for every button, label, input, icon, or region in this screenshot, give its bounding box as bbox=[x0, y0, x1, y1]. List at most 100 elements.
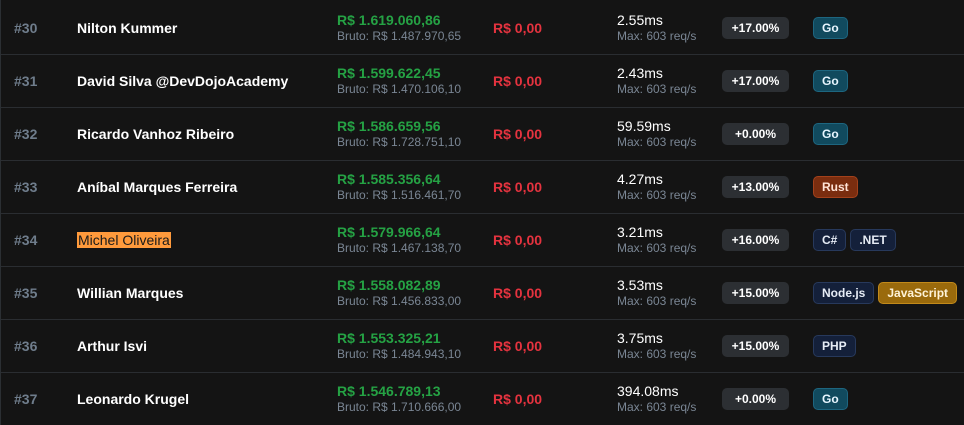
latency-value: 2.43ms bbox=[617, 65, 663, 81]
tech-tags: Go bbox=[813, 17, 848, 39]
rank-label: #30 bbox=[14, 20, 38, 36]
tech-tag: .NET bbox=[850, 229, 896, 251]
tech-tag: C# bbox=[813, 229, 847, 251]
fee-amount: R$ 0,00 bbox=[493, 232, 543, 248]
leaderboard-row: #32 Ricardo Vanhoz Ribeiro R$ 1.586.659,56… bbox=[1, 108, 964, 161]
rank-label: #37 bbox=[14, 391, 38, 407]
leaderboard-row: #36 Arthur Isvi R$ 1.553.325,21 Bruto: R$ 1… bbox=[1, 320, 964, 373]
fee-amount: R$ 0,00 bbox=[493, 20, 543, 36]
tech-tag: Go bbox=[813, 17, 848, 39]
net-revenue: R$ 1.546.789,13 bbox=[337, 383, 441, 399]
gross-revenue: Bruto: R$ 1.456.833,00 bbox=[337, 294, 462, 308]
gross-revenue: Bruto: R$ 1.484.943,10 bbox=[337, 347, 462, 361]
max-throughput: Max: 603 req/s bbox=[617, 347, 697, 361]
participant-name[interactable]: Arthur Isvi bbox=[77, 338, 147, 354]
rank-label: #36 bbox=[14, 338, 38, 354]
net-revenue: R$ 1.579.966,64 bbox=[337, 224, 441, 240]
rank-label: #34 bbox=[14, 232, 38, 248]
latency-value: 59.59ms bbox=[617, 118, 671, 134]
max-throughput: Max: 603 req/s bbox=[617, 400, 697, 414]
tech-tags: Go bbox=[813, 388, 848, 410]
tech-tags: Node.js JavaScript bbox=[813, 282, 958, 304]
rank-label: #33 bbox=[14, 179, 38, 195]
leaderboard-row: #31 David Silva @DevDojoAcademy R$ 1.599.6… bbox=[1, 55, 964, 108]
gross-revenue: Bruto: R$ 1.470.106,10 bbox=[337, 82, 462, 96]
participant-name[interactable]: Ricardo Vanhoz Ribeiro bbox=[77, 126, 234, 142]
tech-tags: Go bbox=[813, 123, 848, 145]
tech-tag: Go bbox=[813, 70, 848, 92]
rank-label: #35 bbox=[14, 285, 38, 301]
tech-tag: Rust bbox=[813, 176, 858, 198]
percentage-badge: +0.00% bbox=[722, 388, 789, 410]
max-throughput: Max: 603 req/s bbox=[617, 135, 697, 149]
participant-name[interactable]: Leonardo Krugel bbox=[77, 391, 189, 407]
leaderboard-row: #33 Aníbal Marques Ferreira R$ 1.585.356,6… bbox=[1, 161, 964, 214]
net-revenue: R$ 1.619.060,86 bbox=[337, 12, 441, 28]
latency-value: 3.53ms bbox=[617, 277, 663, 293]
latency-cell: 2.55ms Max: 603 req/s bbox=[617, 12, 696, 44]
latency-value: 394.08ms bbox=[617, 383, 679, 399]
leaderboard-row: #30 Nilton Kummer R$ 1.619.060,86 Bruto: R$… bbox=[1, 2, 964, 55]
participant-name[interactable]: Aníbal Marques Ferreira bbox=[77, 179, 237, 195]
latency-cell: 3.53ms Max: 603 req/s bbox=[617, 277, 696, 309]
percentage-badge: +17.00% bbox=[722, 70, 789, 92]
gross-revenue: Bruto: R$ 1.487.970,65 bbox=[337, 29, 462, 43]
tech-tags: C# .NET bbox=[813, 229, 896, 251]
gross-revenue: Bruto: R$ 1.728.751,10 bbox=[337, 135, 462, 149]
net-revenue: R$ 1.599.622,45 bbox=[337, 65, 441, 81]
revenue-cell: R$ 1.579.966,64 Bruto: R$ 1.467.138,70 bbox=[337, 224, 461, 256]
leaderboard-row: #34 Michel Oliveira R$ 1.579.966,64 Bruto: … bbox=[1, 214, 964, 267]
revenue-cell: R$ 1.553.325,21 Bruto: R$ 1.484.943,10 bbox=[337, 330, 461, 362]
revenue-cell: R$ 1.558.082,89 Bruto: R$ 1.456.833,00 bbox=[337, 277, 461, 309]
participant-name[interactable]: David Silva @DevDojoAcademy bbox=[77, 73, 288, 89]
fee-amount: R$ 0,00 bbox=[493, 285, 543, 301]
leaderboard-table: #30 Nilton Kummer R$ 1.619.060,86 Bruto: R$… bbox=[0, 0, 964, 425]
fee-amount: R$ 0,00 bbox=[493, 391, 543, 407]
percentage-badge: +0.00% bbox=[722, 123, 789, 145]
gross-revenue: Bruto: R$ 1.710.666,00 bbox=[337, 400, 462, 414]
max-throughput: Max: 603 req/s bbox=[617, 241, 697, 255]
latency-cell: 2.43ms Max: 603 req/s bbox=[617, 65, 696, 97]
fee-amount: R$ 0,00 bbox=[493, 179, 543, 195]
tech-tag: PHP bbox=[813, 335, 856, 357]
revenue-cell: R$ 1.585.356,64 Bruto: R$ 1.516.461,70 bbox=[337, 171, 461, 203]
fee-amount: R$ 0,00 bbox=[493, 126, 543, 142]
rank-label: #32 bbox=[14, 126, 38, 142]
participant-name[interactable]: Michel Oliveira bbox=[77, 232, 171, 248]
latency-value: 4.27ms bbox=[617, 171, 663, 187]
percentage-badge: +15.00% bbox=[722, 282, 789, 304]
max-throughput: Max: 603 req/s bbox=[617, 188, 697, 202]
tech-tags: PHP bbox=[813, 335, 856, 357]
net-revenue: R$ 1.585.356,64 bbox=[337, 171, 441, 187]
fee-amount: R$ 0,00 bbox=[493, 338, 543, 354]
percentage-badge: +13.00% bbox=[722, 176, 789, 198]
revenue-cell: R$ 1.599.622,45 Bruto: R$ 1.470.106,10 bbox=[337, 65, 461, 97]
max-throughput: Max: 603 req/s bbox=[617, 294, 697, 308]
gross-revenue: Bruto: R$ 1.516.461,70 bbox=[337, 188, 462, 202]
percentage-badge: +15.00% bbox=[722, 335, 789, 357]
revenue-cell: R$ 1.586.659,56 Bruto: R$ 1.728.751,10 bbox=[337, 118, 461, 150]
tech-tags: Rust bbox=[813, 176, 858, 198]
tech-tag: Go bbox=[813, 123, 848, 145]
tech-tag: JavaScript bbox=[878, 282, 958, 304]
participant-name[interactable]: Nilton Kummer bbox=[77, 20, 177, 36]
tech-tags: Go bbox=[813, 70, 848, 92]
participant-name[interactable]: Willian Marques bbox=[77, 285, 183, 301]
latency-value: 3.75ms bbox=[617, 330, 663, 346]
leaderboard-row: #35 Willian Marques R$ 1.558.082,89 Bruto: … bbox=[1, 267, 964, 320]
tech-tag: Node.js bbox=[813, 282, 875, 304]
gross-revenue: Bruto: R$ 1.467.138,70 bbox=[337, 241, 462, 255]
net-revenue: R$ 1.586.659,56 bbox=[337, 118, 441, 134]
tech-tag: Go bbox=[813, 388, 848, 410]
latency-cell: 59.59ms Max: 603 req/s bbox=[617, 118, 696, 150]
rank-label: #31 bbox=[14, 73, 38, 89]
net-revenue: R$ 1.558.082,89 bbox=[337, 277, 441, 293]
revenue-cell: R$ 1.546.789,13 Bruto: R$ 1.710.666,00 bbox=[337, 383, 461, 415]
latency-cell: 394.08ms Max: 603 req/s bbox=[617, 383, 696, 415]
net-revenue: R$ 1.553.325,21 bbox=[337, 330, 441, 346]
percentage-badge: +16.00% bbox=[722, 229, 789, 251]
max-throughput: Max: 603 req/s bbox=[617, 82, 697, 96]
latency-cell: 3.21ms Max: 603 req/s bbox=[617, 224, 696, 256]
percentage-badge: +17.00% bbox=[722, 17, 789, 39]
fee-amount: R$ 0,00 bbox=[493, 73, 543, 89]
